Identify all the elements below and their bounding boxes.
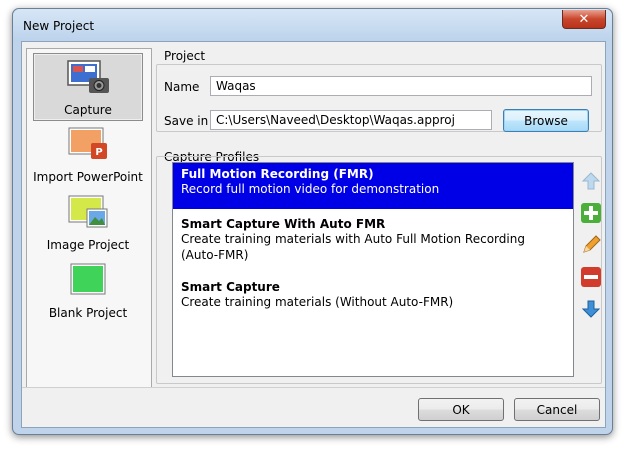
move-up-icon[interactable] <box>580 170 602 192</box>
profile-name: Smart Capture <box>181 280 280 294</box>
project-type-list: Capture P Import PowerPoint Image Projec… <box>26 48 152 388</box>
ok-button[interactable]: OK <box>418 398 504 421</box>
capture-profiles-list: Full Motion Recording (FMR) Record full … <box>172 162 574 377</box>
project-group-label: Project <box>164 49 206 63</box>
project-type-label: Capture <box>64 103 112 117</box>
profile-description: Create training materials (Without Auto-… <box>181 295 454 309</box>
edit-icon[interactable] <box>580 234 602 256</box>
project-type-label: Import PowerPoint <box>33 170 143 184</box>
new-project-dialog: New Project ✕ Capture P Import PowerPoin… <box>12 8 613 435</box>
save-in-label: Save in <box>164 114 209 128</box>
browse-button[interactable]: Browse <box>503 109 589 132</box>
profile-description: Create training materials with Auto Full… <box>181 232 525 246</box>
window-title: New Project <box>23 19 95 33</box>
remove-icon[interactable] <box>580 266 602 288</box>
dialog-body: Capture P Import PowerPoint Image Projec… <box>21 41 606 428</box>
profile-item-smart-capture[interactable]: Smart Capture Create training materials … <box>173 276 573 320</box>
image-icon <box>68 195 108 228</box>
profile-description: Record full motion video for demonstrati… <box>181 182 440 196</box>
project-type-blank-project[interactable]: Blank Project <box>29 257 147 323</box>
cancel-button[interactable]: Cancel <box>514 398 600 421</box>
profile-name: Full Motion Recording (FMR) <box>181 167 374 181</box>
svg-text:P: P <box>95 147 102 158</box>
add-icon[interactable] <box>580 202 602 224</box>
profile-item-smart-capture-auto-fmr[interactable]: Smart Capture With Auto FMR Create train… <box>173 213 573 275</box>
capture-camera-icon <box>67 60 109 93</box>
project-type-label: Blank Project <box>48 306 128 320</box>
save-in-input[interactable]: C:\Users\Naveed\Desktop\Waqas.approj <box>210 110 492 130</box>
project-type-image-project[interactable]: Image Project <box>29 189 147 255</box>
profile-name: Smart Capture With Auto FMR <box>181 217 386 231</box>
profile-item-fmr[interactable]: Full Motion Recording (FMR) Record full … <box>173 163 573 209</box>
blank-project-icon <box>70 263 106 295</box>
profile-description: (Auto-FMR) <box>181 248 249 262</box>
close-icon: ✕ <box>578 11 590 27</box>
project-type-import-powerpoint[interactable]: P Import PowerPoint <box>29 121 147 187</box>
move-down-icon[interactable] <box>580 298 602 320</box>
powerpoint-icon: P <box>68 127 107 159</box>
close-button[interactable]: ✕ <box>562 10 606 29</box>
title-bar[interactable]: New Project ✕ <box>13 9 612 41</box>
project-type-capture[interactable]: Capture <box>33 53 143 121</box>
name-input[interactable]: Waqas <box>210 76 592 96</box>
name-label: Name <box>164 80 200 94</box>
project-type-label: Image Project <box>46 238 130 252</box>
footer-divider <box>22 387 605 388</box>
